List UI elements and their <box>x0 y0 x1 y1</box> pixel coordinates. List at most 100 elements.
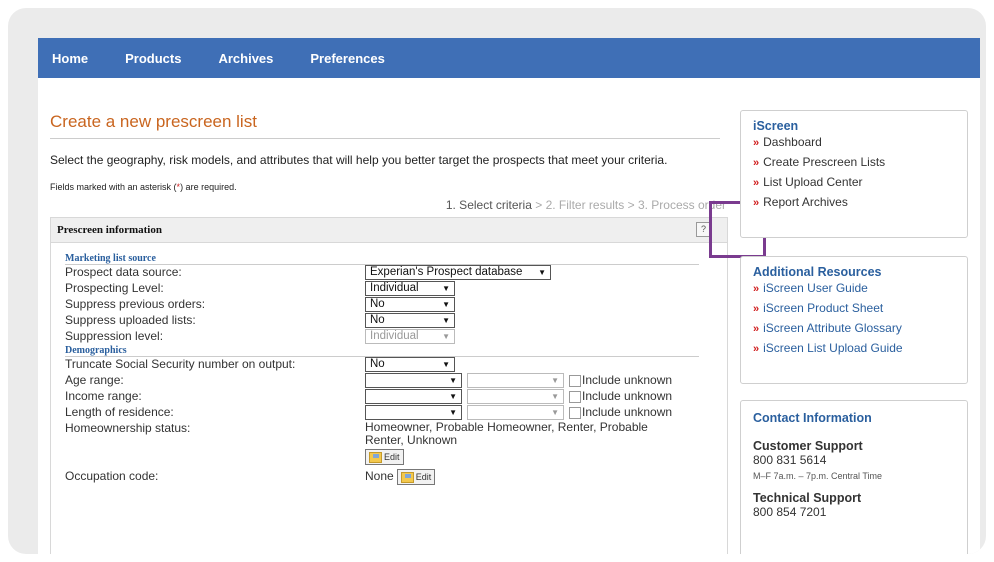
chevron-right-icon: » <box>753 197 760 209</box>
chevron-right-icon: » <box>753 137 760 149</box>
chevron-right-icon: » <box>753 177 760 189</box>
technical-support-phone: 800 854 7201 <box>753 505 827 519</box>
technical-support-label: Technical Support <box>753 491 862 505</box>
edit-label: Edit <box>384 452 400 462</box>
row-occupation: Occupation code: None Edit <box>65 469 713 485</box>
link-upload-guide[interactable]: » iScreen List Upload Guide <box>753 339 955 359</box>
row-suppression-level: Suppression level: Individual ▼ <box>65 329 713 345</box>
link-report-archives-label: Report Archives <box>763 195 848 209</box>
label-suppress-previous: Suppress previous orders: <box>65 297 206 311</box>
income-include-unknown-label: Include unknown <box>582 389 673 403</box>
step-1: 1. Select criteria <box>445 198 532 212</box>
customer-support-label: Customer Support <box>753 439 863 453</box>
resources-box-inner: Additional Resources » iScreen User Guide… <box>741 257 967 369</box>
select-data-source[interactable]: Experian's Prospect database ▼ <box>365 265 551 280</box>
row-suppress-previous: Suppress previous orders: No ▼ <box>65 297 713 313</box>
row-homeownership: Homeownership status: Homeowner, Probabl… <box>65 421 713 469</box>
link-dashboard[interactable]: » Dashboard <box>753 133 955 153</box>
row-prospecting-level: Prospecting Level: Individual ▼ <box>65 281 713 297</box>
dropdown-arrow-icon: ▼ <box>449 408 457 417</box>
section-demographics: Demographics <box>65 345 699 357</box>
chevron-right-icon: » <box>753 283 760 295</box>
label-prospecting-level: Prospecting Level: <box>65 281 164 295</box>
select-suppression-level-value: Individual <box>370 330 419 342</box>
select-suppress-uploaded[interactable]: No ▼ <box>365 313 455 328</box>
row-income-range: Income range: ▼ ▼ Include unknown <box>65 389 713 405</box>
step-breadcrumb: 1. Select criteria > 2. Filter results >… <box>50 198 726 212</box>
screenshot-frame: Home Products Archives Preferences Creat… <box>8 8 986 554</box>
select-age-max[interactable]: ▼ <box>467 373 564 388</box>
required-prefix: Fields marked with an asterisk ( <box>50 182 177 192</box>
customer-support-hours: M–F 7a.m. – 7p.m. Central Time <box>753 471 883 481</box>
nav-home[interactable]: Home <box>52 51 88 66</box>
label-data-source: Prospect data source: <box>65 265 182 279</box>
row-age-range: Age range: ▼ ▼ Include unknown <box>65 373 713 389</box>
age-include-unknown-checkbox[interactable] <box>569 375 581 387</box>
nav-archives[interactable]: Archives <box>218 51 273 66</box>
step-2: 2. Filter results <box>545 198 625 212</box>
dropdown-arrow-icon: ▼ <box>442 332 450 341</box>
link-user-guide-label: iScreen User Guide <box>763 281 868 295</box>
row-data-source: Prospect data source: Experian's Prospec… <box>65 265 713 281</box>
edit-icon <box>369 451 382 463</box>
link-product-sheet[interactable]: » iScreen Product Sheet <box>753 299 955 319</box>
contact-title: Contact Information <box>753 411 872 425</box>
link-user-guide[interactable]: » iScreen User Guide <box>753 279 955 299</box>
panel-header: Prescreen information ? <box>51 218 727 243</box>
iscreen-box: iScreen » Dashboard » Create Prescreen Lis… <box>740 110 968 238</box>
select-prospecting-level[interactable]: Individual ▼ <box>365 281 455 296</box>
dropdown-arrow-icon: ▼ <box>538 268 546 277</box>
row-truncate-ssn: Truncate Social Security number on outpu… <box>65 357 713 373</box>
link-list-upload[interactable]: » List Upload Center <box>753 173 955 193</box>
step-sep-1: > <box>531 198 546 212</box>
select-residence-min[interactable]: ▼ <box>365 405 462 420</box>
sidebar-resources: Additional Resources » iScreen User Guide… <box>740 256 968 384</box>
select-residence-max[interactable]: ▼ <box>467 405 564 420</box>
link-create-prescreen[interactable]: » Create Prescreen Lists <box>753 153 955 173</box>
nav-products[interactable]: Products <box>125 51 181 66</box>
select-suppression-level[interactable]: Individual ▼ <box>365 329 455 344</box>
link-attribute-glossary[interactable]: » iScreen Attribute Glossary <box>753 319 955 339</box>
dropdown-arrow-icon: ▼ <box>551 408 559 417</box>
select-suppress-previous[interactable]: No ▼ <box>365 297 455 312</box>
income-include-unknown-checkbox[interactable] <box>569 391 581 403</box>
select-age-min[interactable]: ▼ <box>365 373 462 388</box>
select-income-max[interactable]: ▼ <box>467 389 564 404</box>
dropdown-arrow-icon: ▼ <box>551 392 559 401</box>
nav-preferences[interactable]: Preferences <box>310 51 384 66</box>
residence-include-unknown-checkbox[interactable] <box>569 407 581 419</box>
occupation-edit-button[interactable]: Edit <box>396 469 436 485</box>
contact-box: Contact Information Customer Support 800… <box>740 400 968 554</box>
select-prospecting-level-value: Individual <box>370 282 419 294</box>
resources-box: Additional Resources » iScreen User Guide… <box>740 256 968 384</box>
select-truncate-ssn-value: No <box>370 358 385 370</box>
resources-title: Additional Resources <box>753 265 882 279</box>
dropdown-arrow-icon: ▼ <box>442 360 450 369</box>
link-report-archives[interactable]: » Report Archives <box>753 193 955 213</box>
panel-title: Prescreen information <box>57 224 162 236</box>
label-homeownership: Homeownership status: <box>65 421 191 435</box>
link-create-prescreen-label: Create Prescreen Lists <box>763 155 886 169</box>
panel-body: Marketing list source Prospect data sour… <box>51 243 727 554</box>
chevron-right-icon: » <box>753 343 760 355</box>
occupation-value: None <box>365 469 394 483</box>
select-truncate-ssn[interactable]: No ▼ <box>365 357 455 372</box>
dropdown-arrow-icon: ▼ <box>442 284 450 293</box>
required-suffix: ) are required. <box>180 182 237 192</box>
iscreen-box-inner: iScreen » Dashboard » Create Prescreen Lis… <box>741 111 967 223</box>
main-content: Create a new prescreen list Select the g… <box>50 78 728 554</box>
age-include-unknown-label: Include unknown <box>582 373 673 387</box>
link-list-upload-label: List Upload Center <box>763 175 863 189</box>
dropdown-arrow-icon: ▼ <box>442 300 450 309</box>
chevron-right-icon: » <box>753 157 760 169</box>
row-suppress-uploaded: Suppress uploaded lists: No ▼ <box>65 313 713 329</box>
sidebar-contact: Contact Information Customer Support 800… <box>740 400 968 554</box>
homeownership-value: Homeowner, Probable Homeowner, Renter, P… <box>365 420 648 447</box>
page: Home Products Archives Preferences Creat… <box>38 38 980 554</box>
select-income-min[interactable]: ▼ <box>365 389 462 404</box>
link-dashboard-label: Dashboard <box>763 135 822 149</box>
edit-icon <box>400 471 414 483</box>
required-note: Fields marked with an asterisk (*) are r… <box>50 182 726 192</box>
intro-text: Select the geography, risk models, and a… <box>50 153 668 167</box>
homeownership-edit-button[interactable]: Edit <box>365 449 404 465</box>
